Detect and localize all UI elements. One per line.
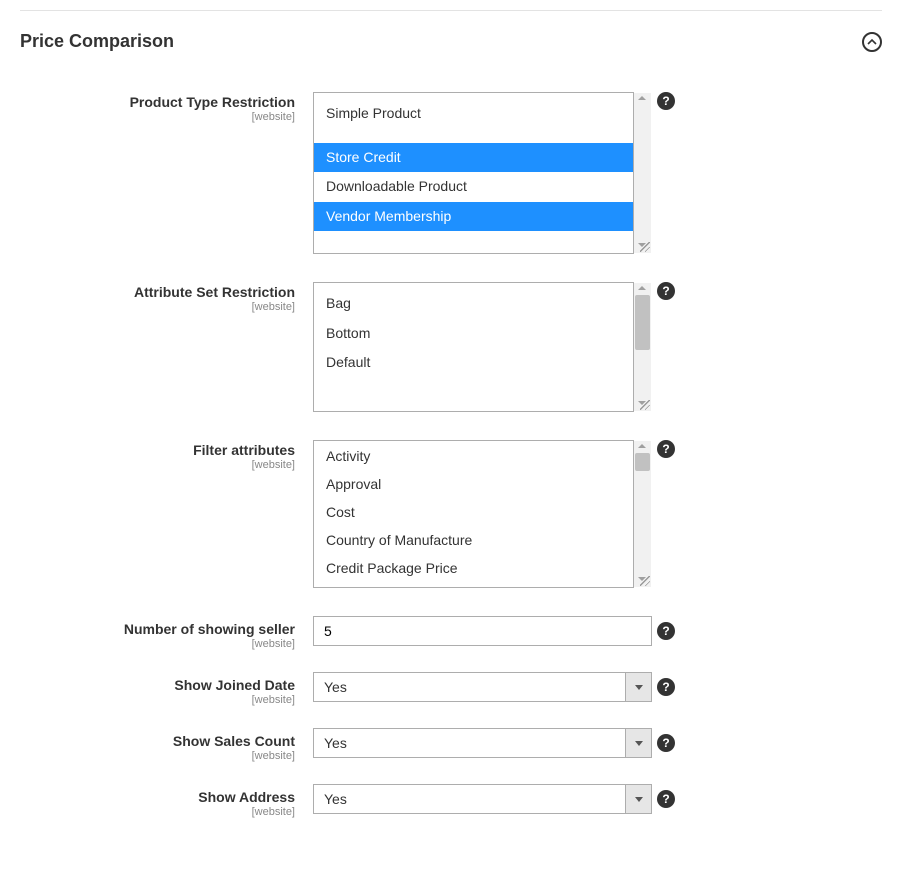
option-default[interactable]: Default <box>314 348 633 378</box>
help-icon[interactable]: ? <box>657 92 675 110</box>
triangle-down-icon <box>635 685 643 690</box>
scrollbar[interactable] <box>634 93 651 253</box>
option-approval[interactable]: Approval <box>314 471 633 499</box>
label-show-sales-count: Show Sales Count [website] <box>20 728 313 762</box>
option-credit-package-price[interactable]: Credit Package Price <box>314 555 633 583</box>
scroll-down-icon <box>638 401 646 405</box>
divider <box>20 10 882 11</box>
option-vendor-membership[interactable]: Vendor Membership <box>314 202 633 232</box>
row-show-joined-date: Show Joined Date [website] Yes ? <box>20 672 882 706</box>
sales-count-value: Yes <box>313 728 625 758</box>
help-icon[interactable]: ? <box>657 622 675 640</box>
collapse-toggle[interactable] <box>862 32 882 52</box>
sales-count-select[interactable]: Yes <box>313 728 652 758</box>
scroll-down-icon <box>638 243 646 247</box>
triangle-down-icon <box>635 797 643 802</box>
row-show-sales-count: Show Sales Count [website] Yes ? <box>20 728 882 762</box>
joined-date-value: Yes <box>313 672 625 702</box>
scroll-up-icon <box>638 444 646 448</box>
label-number-showing-seller: Number of showing seller [website] <box>20 616 313 650</box>
row-filter-attributes: Filter attributes [website] Activity App… <box>20 440 882 588</box>
help-icon[interactable]: ? <box>657 678 675 696</box>
dropdown-button[interactable] <box>625 728 652 758</box>
joined-date-select[interactable]: Yes <box>313 672 652 702</box>
label-show-address: Show Address [website] <box>20 784 313 818</box>
option-activity[interactable]: Activity <box>314 443 633 471</box>
option-bag[interactable]: Bag <box>314 289 633 319</box>
row-number-showing-seller: Number of showing seller [website] ? <box>20 616 882 650</box>
option-country-of-manufacture[interactable]: Country of Manufacture <box>314 527 633 555</box>
row-product-type-restriction: Product Type Restriction [website] Simpl… <box>20 92 882 254</box>
scroll-up-icon <box>638 286 646 290</box>
dropdown-button[interactable] <box>625 784 652 814</box>
product-type-multiselect[interactable]: Simple Product Store Credit Downloadable… <box>313 92 652 254</box>
dropdown-button[interactable] <box>625 672 652 702</box>
row-attribute-set-restriction: Attribute Set Restriction [website] Bag … <box>20 282 882 412</box>
scroll-thumb[interactable] <box>635 453 650 471</box>
section-title: Price Comparison <box>20 31 174 52</box>
triangle-down-icon <box>635 741 643 746</box>
option-downloadable-product[interactable]: Downloadable Product <box>314 172 633 202</box>
filter-attributes-multiselect[interactable]: Activity Approval Cost Country of Manufa… <box>313 440 652 588</box>
option-store-credit[interactable]: Store Credit <box>314 143 633 173</box>
seller-count-input[interactable] <box>313 616 652 646</box>
scrollbar[interactable] <box>634 441 651 587</box>
scroll-thumb[interactable] <box>635 295 650 350</box>
chevron-up-icon <box>867 37 877 47</box>
option-simple-product[interactable]: Simple Product <box>314 99 633 129</box>
option-bottom[interactable]: Bottom <box>314 319 633 349</box>
scrollbar[interactable] <box>634 283 651 411</box>
help-icon[interactable]: ? <box>657 734 675 752</box>
scroll-down-icon <box>638 577 646 581</box>
label-attribute-set: Attribute Set Restriction [website] <box>20 282 313 313</box>
label-show-joined-date: Show Joined Date [website] <box>20 672 313 706</box>
row-show-address: Show Address [website] Yes ? <box>20 784 882 818</box>
help-icon[interactable]: ? <box>657 790 675 808</box>
help-icon[interactable]: ? <box>657 282 675 300</box>
scroll-up-icon <box>638 96 646 100</box>
attribute-set-multiselect[interactable]: Bag Bottom Default <box>313 282 652 412</box>
label-product-type: Product Type Restriction [website] <box>20 92 313 123</box>
option-cost[interactable]: Cost <box>314 499 633 527</box>
help-icon[interactable]: ? <box>657 440 675 458</box>
address-value: Yes <box>313 784 625 814</box>
address-select[interactable]: Yes <box>313 784 652 814</box>
section-header[interactable]: Price Comparison <box>20 31 882 52</box>
label-filter-attributes: Filter attributes [website] <box>20 440 313 471</box>
